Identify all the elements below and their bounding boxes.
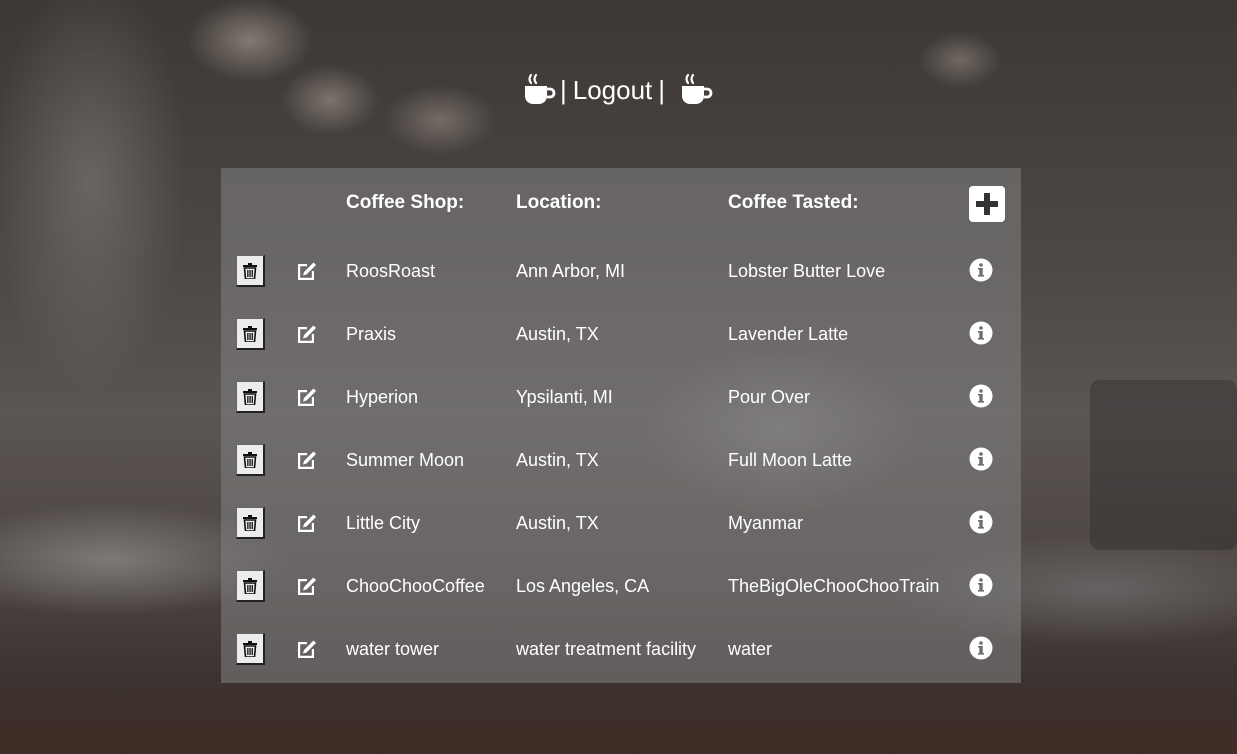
cell-coffee-tasted: Myanmar [728, 513, 804, 533]
table-row: ChooChooCoffee Los Angeles, CA TheBigOle… [221, 556, 1021, 619]
cell-location: water treatment facility [516, 639, 697, 659]
trash-icon [243, 388, 257, 405]
delete-button[interactable] [236, 507, 265, 539]
delete-button[interactable] [236, 570, 265, 602]
cell-location: Austin, TX [516, 324, 599, 344]
trash-icon [243, 640, 257, 657]
info-button[interactable] [969, 573, 993, 597]
info-circle-icon [969, 447, 993, 471]
edit-icon [298, 451, 316, 469]
header-coffee-tasted: Coffee Tasted: [728, 192, 859, 213]
cell-coffee-shop: Summer Moon [346, 450, 465, 470]
edit-icon [298, 514, 316, 532]
trash-icon [243, 451, 257, 468]
cell-location: Ypsilanti, MI [516, 387, 613, 407]
info-button[interactable] [969, 447, 993, 471]
cell-coffee-tasted: water [728, 639, 773, 659]
cell-coffee-shop: Praxis [346, 324, 397, 344]
cell-coffee-shop: Little City [346, 513, 421, 533]
table-row: Summer Moon Austin, TX Full Moon Latte [221, 430, 1021, 493]
info-button[interactable] [969, 321, 993, 345]
delete-button[interactable] [236, 255, 265, 287]
delete-button[interactable] [236, 633, 265, 665]
edit-button[interactable] [295, 448, 317, 470]
info-circle-icon [969, 321, 993, 345]
info-circle-icon [969, 384, 993, 408]
info-button[interactable] [969, 258, 993, 282]
cell-location: Los Angeles, CA [516, 576, 650, 596]
coffee-log-table: Coffee Shop: Location: Coffee Tasted: Ro… [221, 168, 1021, 683]
delete-button[interactable] [236, 444, 265, 476]
edit-button[interactable] [295, 511, 317, 533]
cell-coffee-shop: Hyperion [346, 387, 419, 407]
cell-coffee-shop: water tower [346, 639, 440, 659]
header-bar: | Logout | [0, 70, 1237, 110]
trash-icon [243, 262, 257, 279]
edit-button[interactable] [295, 574, 317, 596]
cell-location: Austin, TX [516, 450, 599, 470]
delete-button[interactable] [236, 318, 265, 350]
info-circle-icon [969, 573, 993, 597]
add-entry-button[interactable] [969, 186, 1005, 222]
cell-coffee-tasted: TheBigOleChooChooTrain [728, 576, 940, 596]
cell-coffee-tasted: Lavender Latte [728, 324, 849, 344]
header-separator-right: | [658, 75, 666, 105]
cell-coffee-tasted: Full Moon Latte [728, 450, 853, 470]
edit-button[interactable] [295, 385, 317, 407]
table-row: RoosRoast Ann Arbor, MI Lobster Butter L… [221, 241, 1021, 304]
edit-button[interactable] [295, 259, 317, 281]
coffee-cup-icon [679, 72, 715, 108]
header-coffee-shop: Coffee Shop: [346, 192, 465, 213]
trash-icon [243, 325, 257, 342]
cell-coffee-shop: RoosRoast [346, 261, 436, 281]
coffee-cup-icon [522, 72, 558, 108]
cell-location: Ann Arbor, MI [516, 261, 626, 281]
edit-icon [298, 325, 316, 343]
info-circle-icon [969, 636, 993, 660]
cell-coffee-shop: ChooChooCoffee [346, 576, 485, 596]
header-separator-left: | [559, 75, 567, 105]
table-header: Coffee Shop: Location: Coffee Tasted: [221, 168, 1021, 240]
cell-coffee-tasted: Lobster Butter Love [728, 261, 886, 281]
info-circle-icon [969, 510, 993, 534]
edit-button[interactable] [295, 637, 317, 659]
edit-icon [298, 388, 316, 406]
edit-icon [298, 640, 316, 658]
cell-coffee-tasted: Pour Over [728, 387, 811, 407]
logout-link[interactable]: Logout [573, 70, 653, 110]
cell-location: Austin, TX [516, 513, 599, 533]
info-button[interactable] [969, 384, 993, 408]
table-row: Hyperion Ypsilanti, MI Pour Over [221, 367, 1021, 430]
table-row: Praxis Austin, TX Lavender Latte [221, 304, 1021, 367]
info-button[interactable] [969, 636, 993, 660]
header-location: Location: [516, 192, 602, 213]
info-button[interactable] [969, 510, 993, 534]
edit-button[interactable] [295, 322, 317, 344]
trash-icon [243, 514, 257, 531]
background-shelf [1090, 380, 1237, 550]
table-row: water tower water treatment facility wat… [221, 619, 1021, 682]
edit-icon [298, 262, 316, 280]
plus-icon [976, 193, 998, 215]
table-row: Little City Austin, TX Myanmar [221, 493, 1021, 556]
edit-icon [298, 577, 316, 595]
trash-icon [243, 577, 257, 594]
info-circle-icon [969, 258, 993, 282]
delete-button[interactable] [236, 381, 265, 413]
